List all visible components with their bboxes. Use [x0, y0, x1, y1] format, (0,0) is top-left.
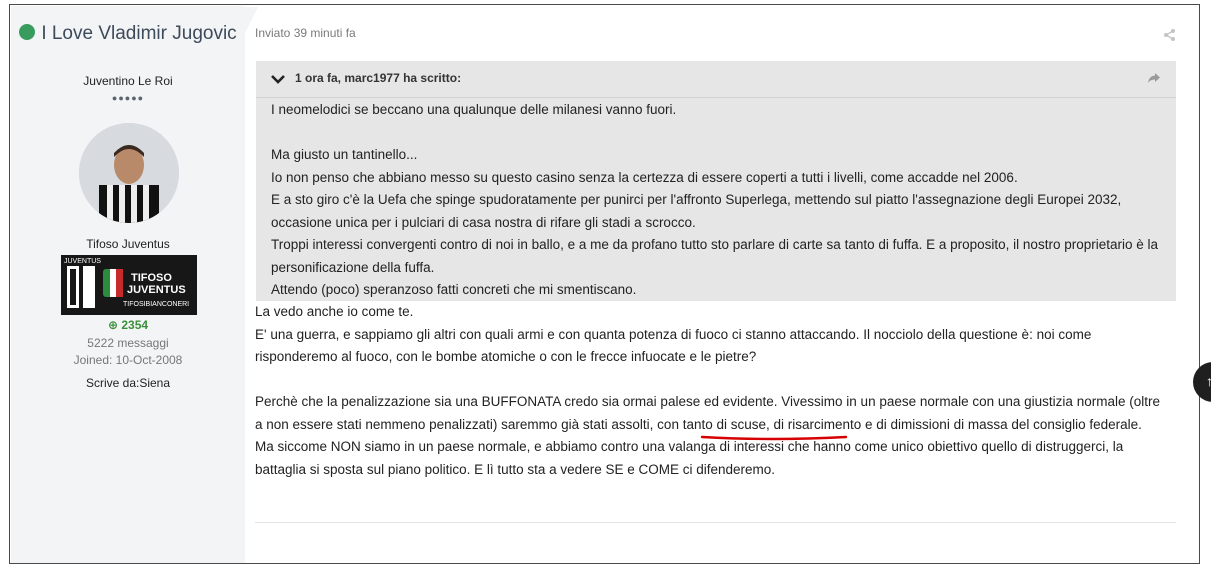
post-body: La vedo anche io come te. E' una guerra,… [255, 301, 1165, 481]
share-icon[interactable] [1163, 28, 1177, 42]
red-underline-annotation [700, 435, 848, 441]
rank-pips: ●●●●● [111, 93, 145, 103]
badge-line1: TIFOSO [131, 272, 172, 284]
post-count: 5222 messaggi [87, 336, 169, 350]
share-arrow-icon[interactable] [1146, 70, 1162, 86]
chevron-down-icon[interactable] [270, 71, 286, 87]
quote-block: 1 ora fa, marc1977 ha scritto: I neomelo… [256, 61, 1176, 301]
quote-header[interactable]: 1 ora fa, marc1977 ha scritto: [256, 61, 1176, 98]
author-name[interactable]: I Love Vladimir Jugovic [11, 22, 245, 46]
quote-line: I neomelodici se beccano una qualunque d… [271, 102, 677, 117]
quote-line: Troppi interessi convergenti contro di n… [271, 237, 1158, 275]
post-separator [255, 522, 1176, 523]
post-paragraph: Perchè che la penalizzazione sia una BUF… [255, 394, 1160, 432]
quote-line: Attendo (poco) speranzoso fatti concreti… [271, 282, 637, 297]
badge-line2: JUVENTUS [127, 284, 186, 296]
rank-badge: JUVENTUS TIFOSO JUVENTUS TIFOSIBIANCONER… [61, 255, 197, 315]
join-date: Joined: 10-Oct-2008 [73, 353, 183, 367]
author-title: Juventino Le Roi [83, 74, 173, 88]
quote-citation[interactable]: 1 ora fa, marc1977 ha scritto: [295, 71, 461, 85]
post-container: I Love Vladimir Jugovic Juventino Le Roi… [9, 4, 1200, 564]
rank-title: Tifoso Juventus [86, 237, 170, 251]
arrow-icon: ↑ [1206, 373, 1211, 389]
post-paragraph: La vedo anche io come te. [255, 304, 414, 319]
avatar[interactable] [79, 123, 179, 223]
quote-line: E a sto giro c'è la Uefa che spinge spud… [271, 192, 1122, 230]
quote-line: Ma giusto un tantinello... [271, 147, 418, 162]
plus-circle-icon: ⊕ [107, 318, 118, 332]
post-paragraph: E' una guerra, e sappiamo gli altri con … [255, 326, 1092, 365]
quote-line: Io non penso che abbiano messo su questo… [271, 169, 1018, 185]
online-indicator [19, 24, 36, 40]
post-timestamp[interactable]: Inviato 39 minuti fa [255, 26, 356, 40]
quote-body: I neomelodici se beccano una qualunque d… [271, 99, 1161, 302]
author-sidebar: I Love Vladimir Jugovic Juventino Le Roi… [11, 6, 245, 563]
badge-site: TIFOSIBIANCONERI [123, 301, 189, 308]
location: Scrive da:Siena [85, 376, 171, 390]
post-paragraph-blank [255, 369, 1165, 392]
reputation: ⊕ 2354 [107, 318, 149, 332]
quote-line-blank [271, 122, 1161, 145]
badge-top-label: JUVENTUS [64, 258, 101, 265]
